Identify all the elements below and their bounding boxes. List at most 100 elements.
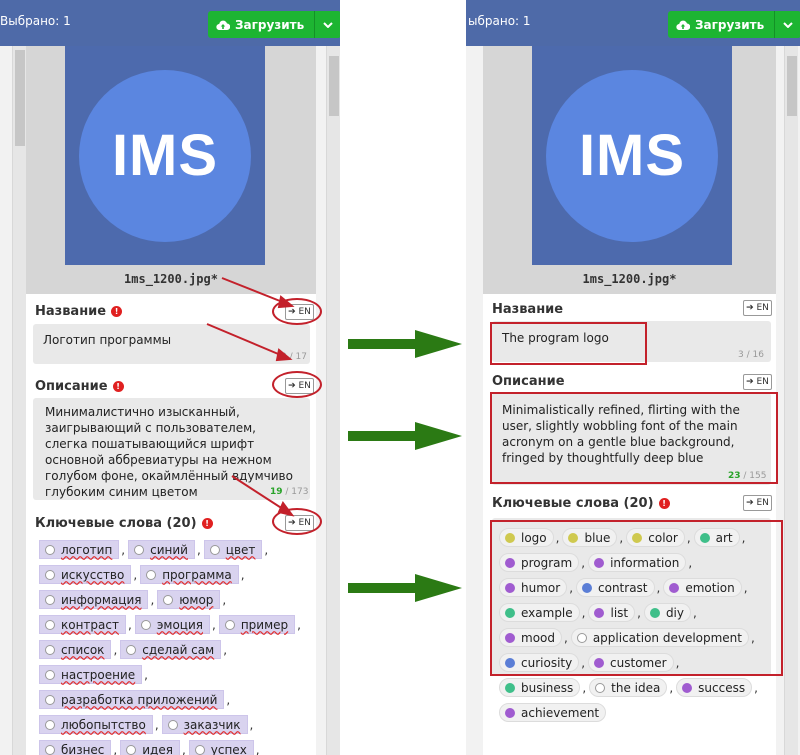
keyword-item: success, <box>676 678 761 697</box>
keyword-tag[interactable]: color <box>626 528 685 547</box>
keyword-tag[interactable]: юмор <box>157 590 221 609</box>
keyword-text: list <box>610 605 629 620</box>
image-thumbnail[interactable]: IMS <box>532 46 732 265</box>
keyword-tag[interactable]: list <box>588 603 636 622</box>
keyword-item: blue, <box>562 528 626 547</box>
radio-circle-icon <box>167 719 178 730</box>
keyword-tag[interactable]: любопытство <box>39 715 153 734</box>
scrollbar-thumb[interactable] <box>787 56 797 116</box>
keyword-tag[interactable]: art <box>693 528 740 547</box>
cloud-upload-icon <box>216 20 230 30</box>
keyword-tag[interactable]: the idea <box>589 678 668 697</box>
keyword-tag[interactable]: информация <box>39 590 149 609</box>
scrollbar-thumb[interactable] <box>15 50 25 146</box>
title-field[interactable]: The program logo <box>492 321 771 362</box>
keyword-text: humor <box>521 580 561 595</box>
image-preview-area: IMS 1ms_1200.jpg* <box>26 46 316 294</box>
translate-keywords-button[interactable]: ➔ EN <box>285 515 314 531</box>
chevron-down-icon <box>783 21 793 28</box>
keyword-tag[interactable]: настроение <box>39 665 143 684</box>
keyword-tag[interactable]: контраст <box>39 615 126 634</box>
keyword-item: цвет, <box>203 540 271 559</box>
description-field[interactable]: Минималистично изысканный, заигрывающий … <box>33 398 310 500</box>
separator: , <box>226 692 231 707</box>
upload-dropdown-toggle[interactable] <box>315 11 340 38</box>
separator: , <box>619 530 624 545</box>
scrollbar-thumb[interactable] <box>329 56 339 116</box>
keyword-tag[interactable]: синий <box>128 540 195 559</box>
upload-button[interactable]: Загрузить <box>208 11 316 38</box>
keyword-tag[interactable]: бизнес <box>39 740 112 755</box>
keyword-text: программа <box>162 567 232 582</box>
keyword-item: синий, <box>128 540 204 559</box>
separator: , <box>555 530 560 545</box>
separator: , <box>211 617 216 632</box>
keyword-tag[interactable]: application development <box>570 628 749 647</box>
category-dot-icon <box>505 632 515 643</box>
keyword-tag[interactable]: logo <box>499 528 554 547</box>
image-thumbnail[interactable]: IMS <box>65 46 265 265</box>
keyword-tag[interactable]: список <box>39 640 112 659</box>
title-field[interactable]: Логотип программы <box>33 324 310 364</box>
scrollbar[interactable] <box>784 46 798 755</box>
translate-description-button[interactable]: ➔ EN <box>743 374 772 390</box>
radio-circle-icon <box>146 569 157 580</box>
keyword-text: mood <box>521 630 555 645</box>
keyword-tag[interactable]: успех <box>188 740 254 755</box>
keyword-tag[interactable]: example <box>499 603 580 622</box>
keyword-tag[interactable]: пример <box>218 615 296 634</box>
required-icon: ! <box>111 306 123 317</box>
keyword-tag[interactable]: программа <box>140 565 239 584</box>
category-dot-icon <box>699 532 710 543</box>
keyword-tag[interactable]: humor <box>499 578 568 597</box>
keyword-tag[interactable]: contrast <box>576 578 655 597</box>
keyword-tag[interactable]: curiosity <box>499 653 580 672</box>
separator: , <box>581 605 586 620</box>
separator: , <box>222 592 227 607</box>
keyword-tag[interactable]: логотип <box>39 540 120 559</box>
separator: , <box>196 542 201 557</box>
keyword-tag[interactable]: emotion <box>663 578 742 597</box>
separator: , <box>181 742 186 755</box>
translate-title-button[interactable]: ➔ EN <box>743 300 772 316</box>
keyword-tag[interactable]: achievement <box>499 703 607 722</box>
keyword-item: юмор, <box>157 590 229 609</box>
required-icon: ! <box>201 518 213 529</box>
keyword-tag[interactable]: program <box>499 553 580 572</box>
upload-button-group: Загрузить <box>208 11 340 38</box>
upload-dropdown-toggle[interactable] <box>775 11 800 38</box>
upload-label: Загрузить <box>695 17 765 32</box>
keyword-text: разработка приложений <box>61 692 218 707</box>
keyword-tag[interactable]: идея <box>120 740 180 755</box>
separator: , <box>686 530 691 545</box>
keyword-tag[interactable]: искусство <box>39 565 132 584</box>
keyword-tag[interactable]: эмоция <box>134 615 210 634</box>
keyword-tag[interactable]: business <box>499 678 581 697</box>
keyword-text: blue <box>584 530 611 545</box>
scrollbar-right[interactable] <box>326 46 340 755</box>
translate-title-button[interactable]: ➔ EN <box>285 304 314 320</box>
keyword-item: разработка приложений, <box>39 690 233 709</box>
keyword-tag[interactable]: success <box>676 678 753 697</box>
keywords-list: логотип, синий, цвет, искусство, программа, и… <box>39 540 315 755</box>
keyword-tag[interactable]: mood <box>499 628 562 647</box>
radio-circle-icon <box>134 544 145 555</box>
keyword-item: успех, <box>188 740 263 755</box>
translate-keywords-button[interactable]: ➔ EN <box>743 495 772 511</box>
keyword-tag[interactable]: diy <box>643 603 691 622</box>
scrollbar[interactable] <box>12 46 26 755</box>
keyword-tag[interactable]: blue <box>562 528 618 547</box>
keyword-tag[interactable]: заказчик <box>161 715 248 734</box>
file-name: 1ms_1200.jpg* <box>582 272 677 286</box>
translate-description-button[interactable]: ➔ EN <box>285 378 314 394</box>
radio-circle-icon <box>126 744 137 755</box>
keyword-tag[interactable]: цвет <box>203 540 263 559</box>
keyword-tag[interactable]: information <box>588 553 687 572</box>
separator: , <box>581 655 586 670</box>
keyword-item: сделай сам, <box>120 640 230 659</box>
upload-button[interactable]: Загрузить <box>668 11 776 38</box>
keyword-tag[interactable]: разработка приложений <box>39 690 225 709</box>
keyword-text: example <box>521 605 573 620</box>
keyword-tag[interactable]: сделай сам <box>120 640 222 659</box>
keyword-tag[interactable]: customer <box>588 653 674 672</box>
